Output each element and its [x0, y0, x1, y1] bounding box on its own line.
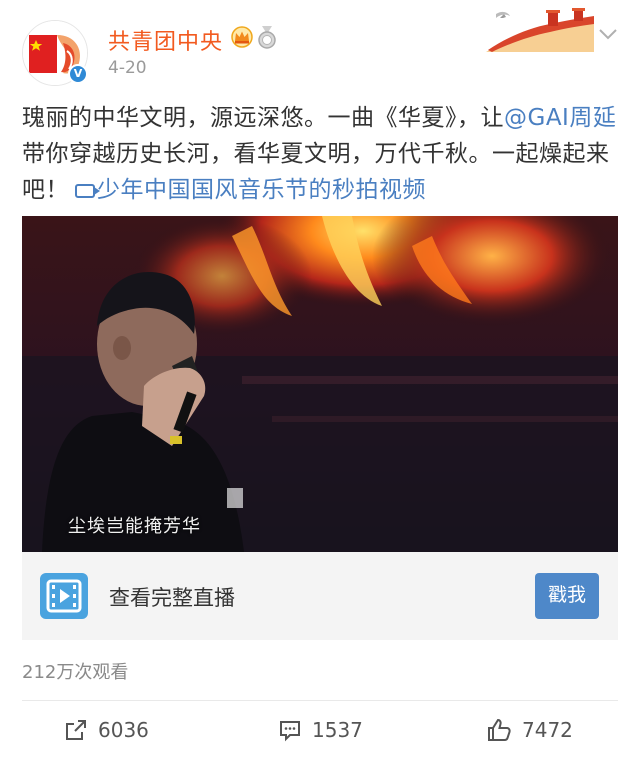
post-date: 4-20	[108, 58, 147, 78]
share-icon	[66, 720, 86, 740]
divider	[22, 700, 618, 701]
live-card-label: 查看完整直播	[109, 586, 235, 610]
live-stream-card[interactable]: 查看完整直播 戳我	[22, 552, 618, 640]
account-name[interactable]: 共青团中央	[108, 24, 223, 56]
mention-link[interactable]: @GAI周延	[504, 105, 616, 131]
share-count: 6036	[98, 718, 149, 742]
video-link[interactable]: 少年中国国风音乐节的秒拍视频	[97, 177, 426, 203]
like-count: 7472	[522, 718, 573, 742]
post-text-part1: 瑰丽的中华文明，源远深悠。一曲《华夏》，让	[22, 105, 504, 131]
comment-button[interactable]: 1537	[278, 716, 363, 744]
view-count: 212万次观看	[22, 662, 129, 683]
video-player[interactable]: 尘埃岂能掩芳华	[22, 216, 618, 552]
verified-icon: V	[68, 64, 88, 84]
share-button[interactable]: 6036	[64, 716, 149, 744]
great-wall-banner-icon	[486, 4, 594, 52]
poke-button[interactable]: 戳我	[535, 573, 599, 619]
crown-badge-icon[interactable]	[230, 26, 254, 48]
post-text: 瑰丽的中华文明，源远深悠。一曲《华夏》，让@GAI周延 带你穿越历史长河，看华夏…	[22, 100, 622, 208]
video-subtitle: 尘埃岂能掩芳华	[68, 516, 201, 537]
comment-count: 1537	[312, 718, 363, 742]
comment-icon	[280, 721, 300, 742]
post-header: V 共青团中央 4-20	[0, 0, 640, 92]
action-bar: 6036 1537 7472	[0, 702, 640, 759]
film-play-icon	[40, 573, 88, 619]
thumbs-up-icon	[488, 718, 511, 741]
medal-badge-icon[interactable]	[256, 25, 278, 49]
like-button[interactable]: 7472	[486, 716, 573, 744]
chevron-down-icon[interactable]	[596, 24, 620, 44]
video-camera-icon[interactable]	[75, 184, 100, 198]
